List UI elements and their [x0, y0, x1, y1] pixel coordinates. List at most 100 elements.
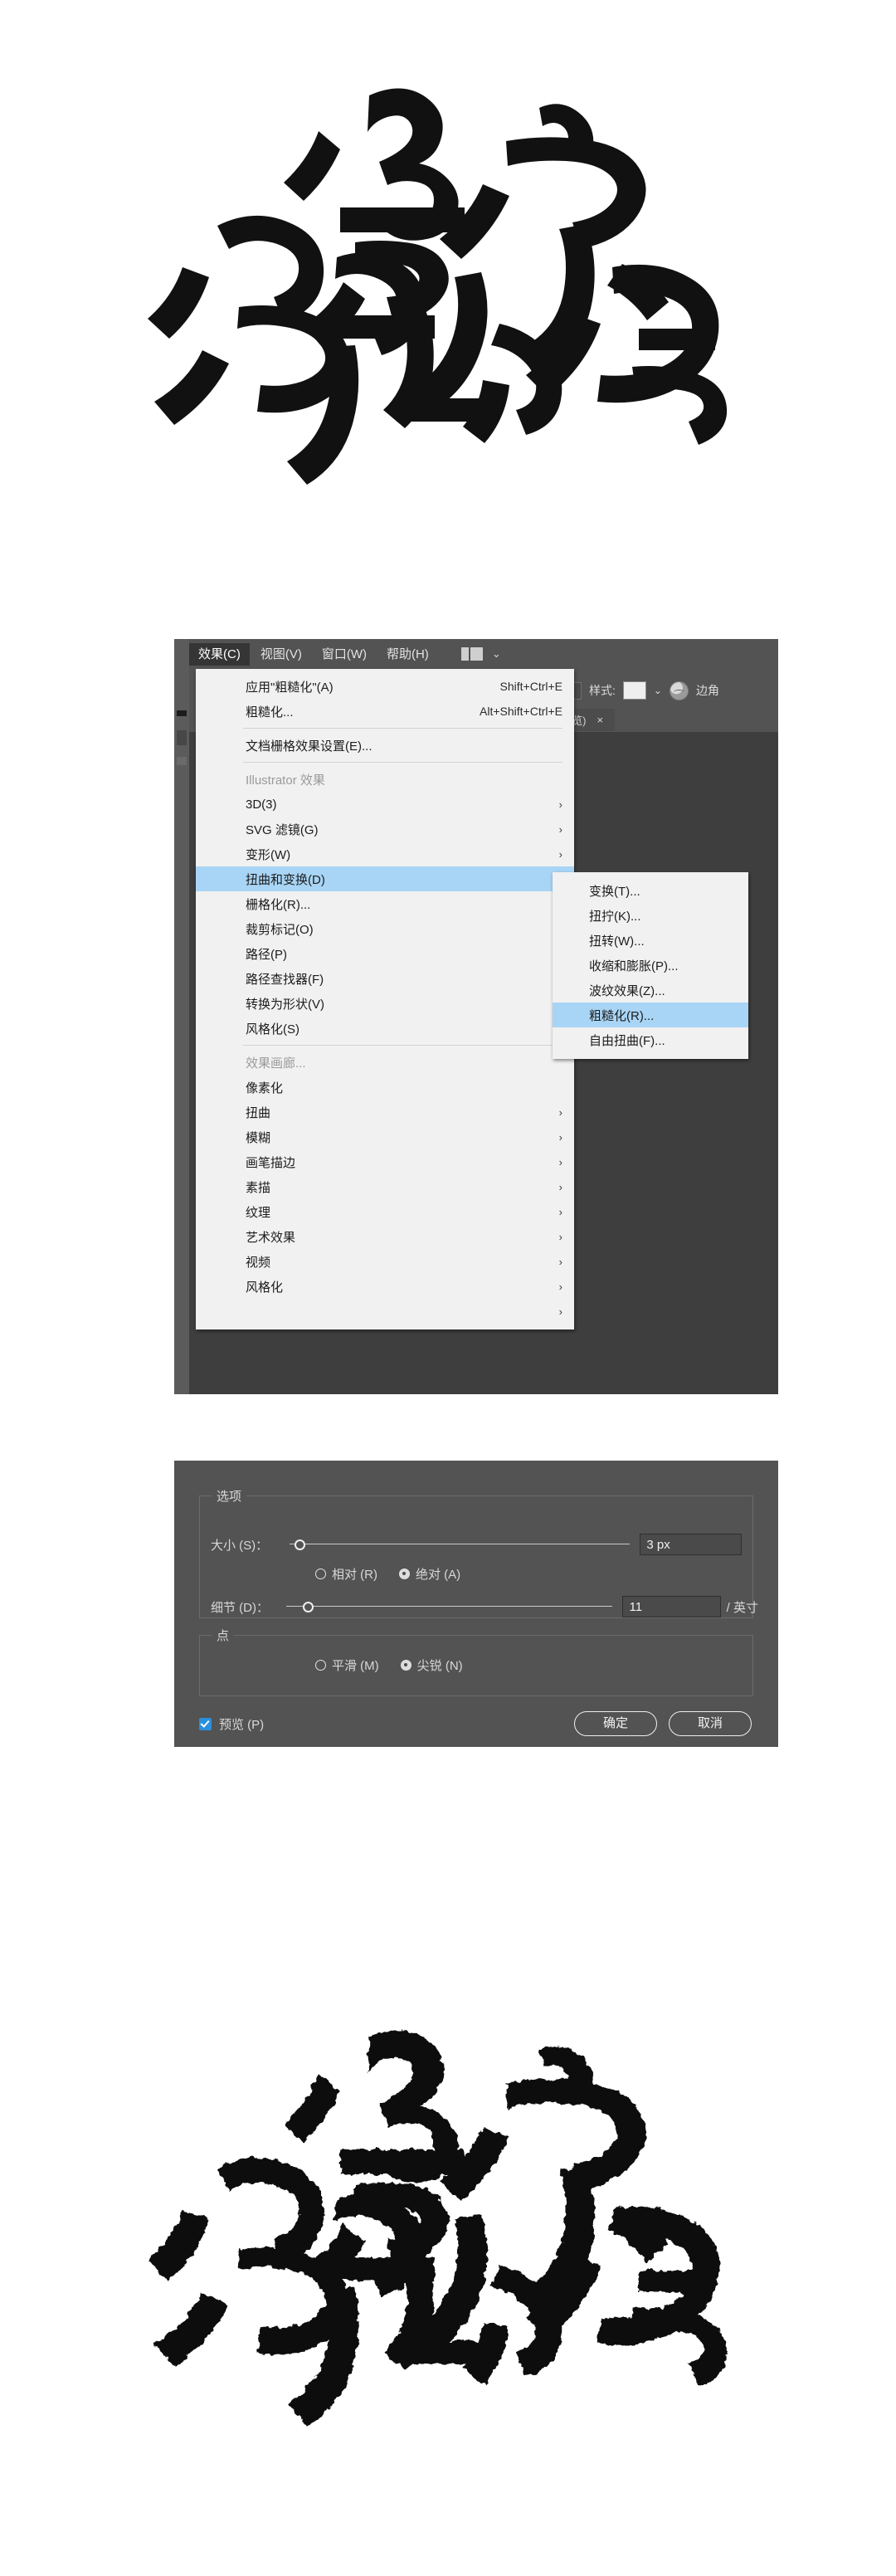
menu-item-sketch[interactable]: 纹理 ›: [196, 1199, 574, 1224]
menu-item-convert-to-shape[interactable]: 转换为形状(V) ›: [196, 991, 574, 1016]
chevron-down-icon[interactable]: ⌄: [654, 685, 662, 696]
menu-item-stylize-ps[interactable]: ›: [196, 1299, 574, 1324]
menu-item-label: 3D(3): [246, 798, 277, 812]
menu-bar[interactable]: 效果(C) 视图(V) 窗口(W) 帮助(H) ⌄: [189, 639, 778, 669]
detail-field-row: 细节 (D)： 11 / 英寸: [211, 1596, 758, 1617]
menubar-item-window[interactable]: 窗口(W): [313, 643, 376, 666]
menu-item-apply-roughen[interactable]: 应用"粗糙化"(A) Shift+Ctrl+E: [196, 674, 574, 699]
control-bar[interactable]: › 样式: ⌄ 边角: [564, 676, 778, 705]
menu-item-effect-gallery[interactable]: 像素化: [196, 1075, 574, 1100]
menu-item-label: 变换(T)...: [589, 882, 640, 900]
submenu-item-roughen[interactable]: 粗糙化(R)...: [553, 1003, 748, 1027]
tool-icon-2[interactable]: [177, 730, 187, 745]
preview-checkbox-wrap[interactable]: 预览 (P): [199, 1715, 264, 1733]
menu-item-warp[interactable]: 变形(W) ›: [196, 842, 574, 866]
menu-item-video[interactable]: 风格化 ›: [196, 1274, 574, 1299]
menu-item-stylize-ai[interactable]: 风格化(S) ›: [196, 1016, 574, 1041]
style-swatch[interactable]: [623, 681, 646, 700]
size-mode-radio-group[interactable]: 相对 (R) 绝对 (A): [315, 1565, 482, 1583]
menu-item-brush-strokes[interactable]: 素描 ›: [196, 1174, 574, 1199]
menubar-item-help[interactable]: 帮助(H): [377, 643, 438, 666]
menu-item-label: 视频: [246, 1253, 270, 1271]
menu-item-texture[interactable]: 艺术效果 ›: [196, 1224, 574, 1249]
menu-item-label: 扭拧(K)...: [589, 907, 641, 925]
menu-item-svg-filters[interactable]: SVG 滤镜(G) ›: [196, 817, 574, 842]
toolbar-strip[interactable]: [174, 639, 189, 1394]
menu-item-crop-marks[interactable]: 裁剪标记(O): [196, 916, 574, 941]
arrange-documents-icon[interactable]: [461, 647, 485, 661]
size-slider[interactable]: [290, 1536, 631, 1553]
submenu-item-pucker-bloat[interactable]: 收缩和膨胀(P)...: [553, 953, 748, 978]
radio-button-selected-icon[interactable]: [399, 1569, 410, 1579]
detail-value-input[interactable]: 11: [622, 1596, 720, 1617]
menu-item-3d[interactable]: 3D(3) ›: [196, 792, 574, 817]
menu-item-distort-and-transform[interactable]: 扭曲和变换(D) ›: [196, 866, 574, 891]
menu-item-label: 变形(W): [246, 846, 290, 863]
menu-item-label: 扭曲和变换(D): [246, 871, 325, 888]
menu-item-artistic[interactable]: 视频 ›: [196, 1249, 574, 1274]
radio-absolute-label: 绝对 (A): [416, 1565, 460, 1583]
checkbox-checked-icon[interactable]: [199, 1718, 212, 1730]
menu-item-label: 裁剪标记(O): [246, 920, 314, 938]
menubar-item-effect[interactable]: 效果(C): [189, 643, 250, 666]
size-value-input[interactable]: 3 px: [640, 1534, 742, 1555]
close-icon[interactable]: ×: [597, 714, 604, 726]
menu-separator: [243, 762, 562, 763]
submenu-item-twist[interactable]: 扭拧(K)...: [553, 903, 748, 928]
menu-item-label: 收缩和膨胀(P)...: [589, 957, 679, 974]
chevron-right-icon: ›: [559, 1281, 562, 1292]
radio-relative[interactable]: 相对 (R): [315, 1565, 377, 1583]
slider-knob[interactable]: [295, 1539, 305, 1550]
tool-icon-1[interactable]: [177, 710, 187, 716]
slider-knob[interactable]: [303, 1602, 314, 1612]
menu-item-shortcut: Alt+Shift+Ctrl+E: [460, 705, 562, 718]
point-mode-radio-group[interactable]: 平滑 (M) 尖锐 (N): [315, 1656, 485, 1674]
menubar-item-view[interactable]: 视图(V): [251, 643, 311, 666]
detail-slider[interactable]: [286, 1598, 613, 1615]
menu-item-label: 路径(P): [246, 945, 287, 963]
menu-item-label: 粗糙化(R)...: [589, 1007, 654, 1024]
radio-relative-label: 相对 (R): [332, 1565, 377, 1583]
points-group-title: 点: [212, 1627, 234, 1644]
submenu-item-free-distort[interactable]: 自由扭曲(F)...: [553, 1027, 748, 1052]
menu-item-label: 艺术效果: [246, 1228, 295, 1246]
radio-button-icon[interactable]: [315, 1569, 326, 1579]
tool-icon-3[interactable]: [177, 757, 187, 765]
menu-item-label: 素描: [246, 1178, 270, 1196]
menu-item-distort-ps[interactable]: 模糊 ›: [196, 1125, 574, 1149]
distort-transform-submenu[interactable]: 变换(T)... 扭拧(K)... 扭转(W)... 收缩和膨胀(P)... 波…: [553, 872, 748, 1059]
illustrator-menu-screenshot: 效果(C) 视图(V) 窗口(W) 帮助(H) ⌄ › 样式: ⌄ 边角 GB/…: [174, 639, 778, 1394]
ok-button[interactable]: 确定: [574, 1711, 657, 1736]
radio-absolute[interactable]: 绝对 (A): [399, 1565, 460, 1583]
menu-item-label: 画笔描边: [246, 1154, 295, 1171]
radio-corner[interactable]: 尖锐 (N): [401, 1656, 463, 1674]
menu-item-label: 文档栅格效果设置(E)...: [246, 737, 373, 754]
effect-menu-dropdown[interactable]: 应用"粗糙化"(A) Shift+Ctrl+E 粗糙化... Alt+Shift…: [196, 669, 574, 1329]
submenu-item-transform[interactable]: 变换(T)...: [553, 878, 748, 903]
detail-unit-label: / 英寸: [727, 1598, 758, 1616]
radio-button-selected-icon[interactable]: [401, 1660, 411, 1671]
chevron-down-icon[interactable]: ⌄: [492, 647, 501, 661]
chevron-right-icon: ›: [559, 1256, 562, 1267]
menu-item-roughen[interactable]: 粗糙化... Alt+Shift+Ctrl+E: [196, 699, 574, 724]
menu-item-label: 扭曲: [246, 1104, 270, 1121]
submenu-item-zig-zag[interactable]: 波纹效果(Z)...: [553, 978, 748, 1003]
menu-item-label: 模糊: [246, 1129, 270, 1146]
menu-item-pixelate[interactable]: 扭曲 ›: [196, 1100, 574, 1125]
menu-item-path[interactable]: 路径(P) ›: [196, 941, 574, 966]
radio-button-icon[interactable]: [315, 1660, 326, 1671]
globe-icon[interactable]: [670, 681, 689, 700]
menu-item-label: 转换为形状(V): [246, 995, 324, 1012]
chevron-right-icon: ›: [559, 1182, 562, 1193]
menu-item-pathfinder[interactable]: 路径查找器(F) ›: [196, 966, 574, 991]
menu-separator: [243, 728, 562, 729]
menu-item-document-raster-settings[interactable]: 文档栅格效果设置(E)...: [196, 733, 574, 758]
chevron-right-icon: ›: [559, 1232, 562, 1242]
chevron-right-icon: ›: [559, 824, 562, 835]
menu-item-rasterize[interactable]: 栅格化(R)...: [196, 891, 574, 916]
radio-smooth[interactable]: 平滑 (M): [315, 1656, 379, 1674]
submenu-item-twirl[interactable]: 扭转(W)...: [553, 928, 748, 953]
roughen-dialog: 选项 大小 (S)： 3 px 相对 (R) 绝对 (A) 细节 (D)： 11…: [174, 1461, 778, 1747]
cancel-button[interactable]: 取消: [669, 1711, 752, 1736]
menu-item-blur[interactable]: 画笔描边 ›: [196, 1149, 574, 1174]
